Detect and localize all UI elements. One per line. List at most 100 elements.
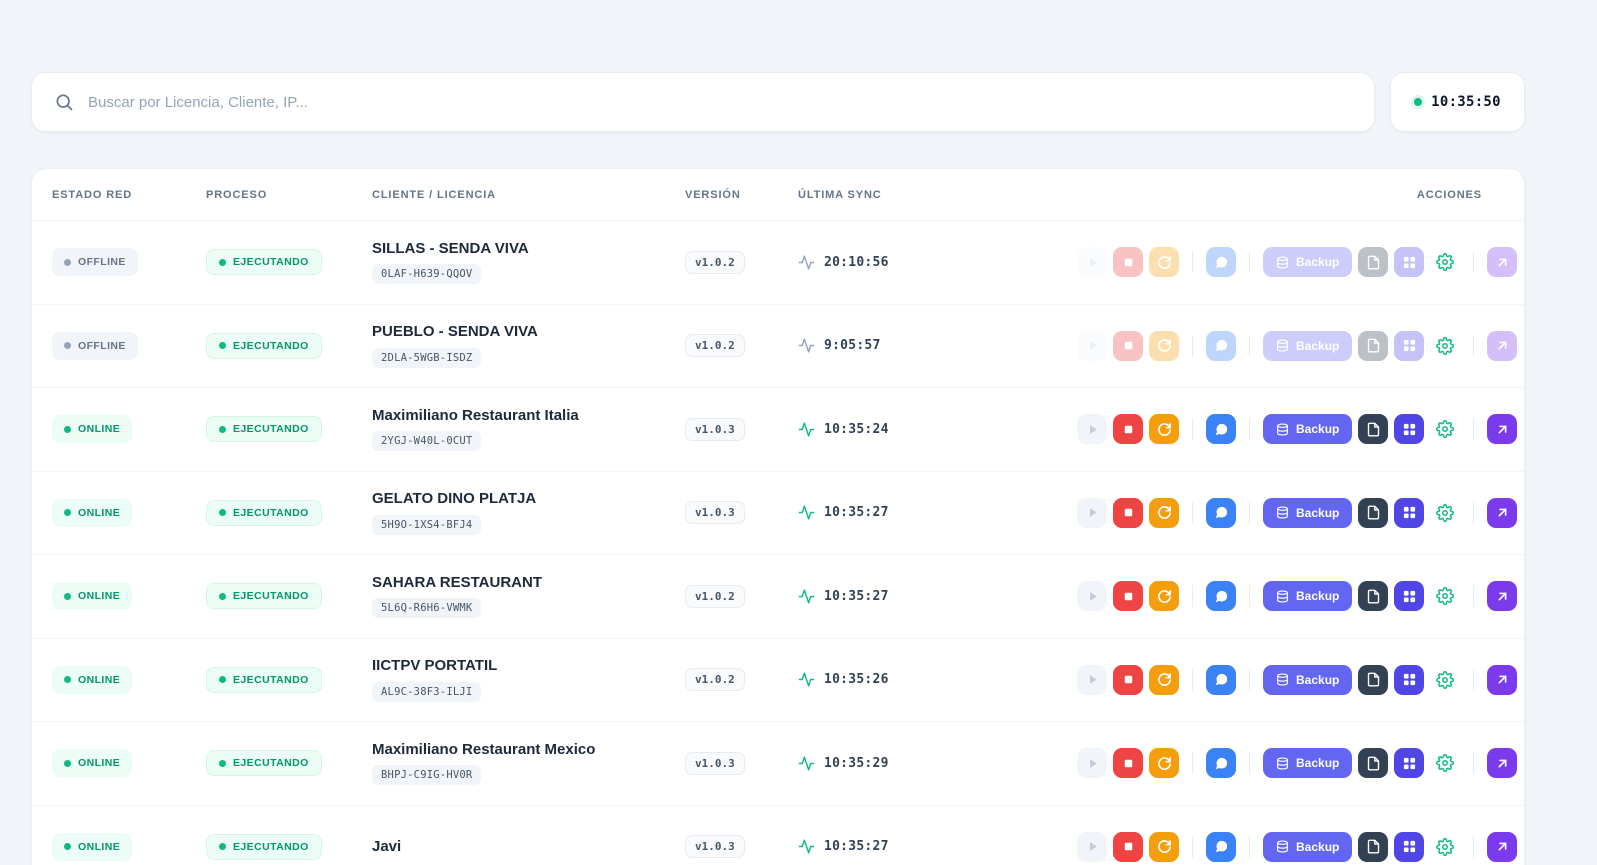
play-button[interactable] (1077, 497, 1107, 528)
play-icon (1089, 341, 1097, 351)
play-button[interactable] (1077, 581, 1107, 612)
open-external-button[interactable] (1487, 664, 1518, 695)
settings-button[interactable] (1430, 748, 1460, 778)
modules-button[interactable] (1394, 414, 1425, 445)
logs-button[interactable] (1358, 330, 1389, 361)
settings-button[interactable] (1430, 414, 1460, 444)
version-badge: v1.0.2 (685, 334, 745, 358)
external-link-icon (1498, 508, 1507, 517)
backup-button[interactable]: Backup (1263, 664, 1353, 695)
backup-button[interactable]: Backup (1263, 414, 1353, 445)
logs-button[interactable] (1358, 748, 1389, 779)
stop-button[interactable] (1113, 247, 1143, 278)
stop-icon (1124, 258, 1132, 266)
play-button[interactable] (1077, 748, 1107, 779)
settings-button[interactable] (1430, 832, 1460, 862)
backup-button[interactable]: Backup (1263, 831, 1353, 862)
database-icon (1277, 590, 1288, 603)
chat-button[interactable] (1206, 581, 1236, 612)
logs-button[interactable] (1358, 414, 1389, 445)
client-name: Javi (372, 837, 402, 855)
header-acciones: ACCIONES (1416, 188, 1482, 201)
play-button[interactable] (1077, 664, 1107, 695)
open-external-button[interactable] (1487, 497, 1518, 528)
chat-button[interactable] (1206, 831, 1236, 862)
process-status-badge: EJECUTANDO (206, 499, 322, 526)
modules-button[interactable] (1394, 581, 1425, 612)
client-name: SAHARA RESTAURANT (372, 573, 542, 591)
search-input[interactable] (88, 93, 1352, 111)
logs-button[interactable] (1358, 247, 1389, 278)
stop-button[interactable] (1113, 330, 1143, 361)
stop-button[interactable] (1113, 748, 1143, 779)
activity-icon (798, 338, 815, 353)
backup-button[interactable]: Backup (1263, 247, 1353, 278)
modules-button[interactable] (1394, 497, 1425, 528)
actions-divider (1473, 501, 1475, 524)
chat-button[interactable] (1206, 330, 1236, 361)
play-button[interactable] (1077, 831, 1107, 862)
table-row: ONLINE EJECUTANDO IICTPV PORTATIL AL9C-3… (32, 639, 1524, 722)
logs-button[interactable] (1358, 497, 1389, 528)
backup-button[interactable]: Backup (1263, 581, 1353, 612)
actions-divider (1192, 585, 1193, 608)
logs-button[interactable] (1358, 831, 1389, 862)
backup-button[interactable]: Backup (1263, 330, 1353, 361)
backup-button[interactable]: Backup (1263, 748, 1353, 779)
restart-button[interactable] (1149, 748, 1179, 779)
chat-button[interactable] (1206, 414, 1236, 445)
search-icon (56, 94, 73, 111)
modules-button[interactable] (1394, 831, 1425, 862)
restart-button[interactable] (1149, 831, 1179, 862)
network-status-badge: ONLINE (52, 665, 133, 694)
open-external-button[interactable] (1487, 831, 1518, 862)
settings-button[interactable] (1430, 665, 1460, 695)
settings-button[interactable] (1430, 498, 1460, 528)
open-external-button[interactable] (1487, 330, 1518, 361)
stop-button[interactable] (1113, 664, 1143, 695)
stop-button[interactable] (1113, 497, 1143, 528)
last-sync-time: 10:35:27 (824, 839, 889, 855)
restart-button[interactable] (1149, 664, 1179, 695)
logs-button[interactable] (1358, 581, 1389, 612)
gear-icon (1436, 420, 1455, 439)
process-status-badge: EJECUTANDO (206, 416, 322, 443)
open-external-button[interactable] (1487, 748, 1518, 779)
stop-button[interactable] (1113, 831, 1143, 862)
modules-button[interactable] (1394, 247, 1425, 278)
restart-button[interactable] (1149, 497, 1179, 528)
chat-icon (1215, 590, 1227, 602)
settings-button[interactable] (1430, 247, 1460, 277)
actions-divider (1192, 835, 1193, 858)
logs-button[interactable] (1358, 664, 1389, 695)
stop-button[interactable] (1113, 414, 1143, 445)
open-external-button[interactable] (1487, 581, 1518, 612)
modules-button[interactable] (1394, 330, 1425, 361)
restart-button[interactable] (1149, 330, 1179, 361)
external-link-icon (1498, 341, 1507, 350)
chat-button[interactable] (1206, 748, 1236, 779)
play-button[interactable] (1077, 414, 1107, 445)
open-external-button[interactable] (1487, 247, 1518, 278)
modules-button[interactable] (1394, 748, 1425, 779)
file-icon (1367, 756, 1380, 771)
open-external-button[interactable] (1487, 414, 1518, 445)
activity-icon (798, 672, 815, 687)
restart-button[interactable] (1149, 581, 1179, 612)
chat-button[interactable] (1206, 664, 1236, 695)
backup-button-label: Backup (1296, 338, 1340, 353)
modules-button[interactable] (1394, 664, 1425, 695)
chat-button[interactable] (1206, 247, 1236, 278)
play-button[interactable] (1077, 247, 1107, 278)
restart-button[interactable] (1149, 414, 1179, 445)
process-status-badge: EJECUTANDO (206, 666, 322, 693)
settings-button[interactable] (1430, 581, 1460, 611)
stop-button[interactable] (1113, 581, 1143, 612)
play-button[interactable] (1077, 330, 1107, 361)
restart-button[interactable] (1149, 247, 1179, 278)
backup-button[interactable]: Backup (1263, 497, 1353, 528)
process-dot-icon (219, 509, 226, 517)
version-badge: v1.0.2 (685, 250, 745, 274)
settings-button[interactable] (1430, 331, 1460, 361)
chat-button[interactable] (1206, 497, 1236, 528)
